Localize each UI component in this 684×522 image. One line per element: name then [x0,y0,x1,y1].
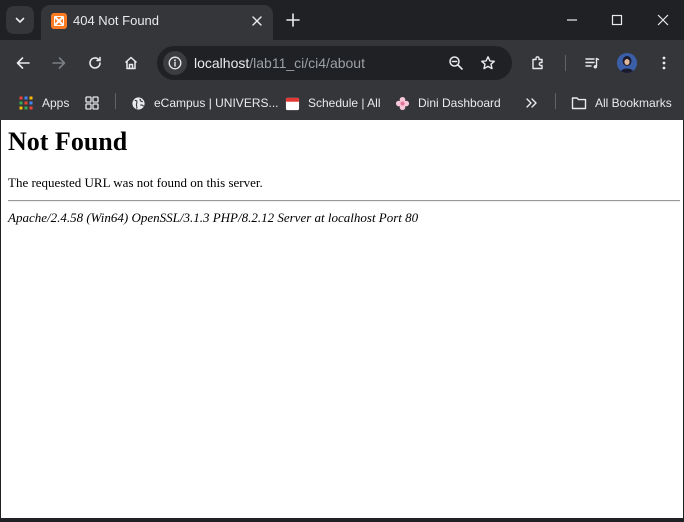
tab-close-button[interactable] [247,11,267,31]
bookmark-tab-groups[interactable] [84,92,108,114]
info-icon [168,56,182,70]
bookmark-label: eCampus | UNIVERS... [154,96,279,110]
close-window-button[interactable] [643,5,683,35]
close-icon [657,14,669,26]
maximize-icon [611,14,623,26]
bookmark-star-button[interactable] [476,51,500,75]
chevron-down-icon [15,17,25,23]
reload-icon [89,56,101,69]
minimize-button[interactable] [552,5,592,35]
home-button[interactable] [117,49,145,77]
divider [8,200,680,202]
bookmarks-divider [555,93,556,109]
home-icon [124,56,138,70]
chrome-menu-button[interactable] [650,49,678,77]
zoom-button[interactable] [444,51,468,75]
bookmarks-divider [115,93,116,109]
arrow-right-icon [52,57,66,69]
tab-active[interactable]: 404 Not Found [41,5,273,40]
bookmark-label: Apps [42,96,70,110]
tab-search-button[interactable] [6,6,34,34]
all-bookmarks-button[interactable]: All Bookmarks [571,92,672,114]
url-text: localhost/lab11_ci/ci4/about [194,55,365,71]
maximize-button[interactable] [597,5,637,35]
page-title: Not Found [8,127,128,156]
all-bookmarks-label: All Bookmarks [595,96,672,110]
playlist-icon [585,57,600,69]
close-icon [252,16,262,26]
folder-icon [571,95,587,111]
plus-icon [286,13,300,27]
chevron-double-right-icon [523,95,539,111]
bookmark-dini-dashboard[interactable]: Dini Dashboard [394,92,501,114]
bookmarks-overflow-button[interactable] [523,92,547,114]
new-tab-button[interactable] [282,9,304,31]
reload-button[interactable] [81,49,109,77]
xampp-icon [51,13,67,29]
url-path: /lab11_ci/ci4/about [249,55,365,71]
toolbar-divider [565,55,566,71]
puzzle-icon [532,56,543,70]
avatar-icon [617,53,637,73]
browser-window: 404 Not Found localhost/lab11_ci/ci4/abo… [0,0,684,522]
toolbar: localhost/lab11_ci/ci4/about [0,40,684,86]
server-signature: Apache/2.4.58 (Win64) OpenSSL/3.1.3 PHP/… [8,210,419,225]
bookmark-label: Schedule | All [308,96,381,110]
bookmarks-bar: Apps eCampus | UNIVERS... Schedule | All… [0,86,684,120]
arrow-left-icon [16,57,30,69]
zoom-out-icon [449,56,463,70]
site-info-button[interactable] [163,51,187,75]
bookmark-apps[interactable]: Apps [18,92,69,114]
apps-grid-icon [18,95,34,111]
address-bar[interactable]: localhost/lab11_ci/ci4/about [157,46,512,80]
forward-button[interactable] [45,49,73,77]
profile-avatar[interactable] [617,53,637,73]
bookmark-label: Dini Dashboard [418,96,501,110]
bookmark-schedule[interactable]: Schedule | All [284,92,381,114]
url-host: localhost [194,55,250,71]
tab-title: 404 Not Found [73,13,160,28]
media-controls-button[interactable] [578,49,606,77]
star-icon [481,56,495,70]
page-content: Not Found The requested URL was not foun… [1,120,683,518]
extensions-button[interactable] [524,49,552,77]
error-message: The requested URL was not found on this … [8,175,263,190]
flower-icon [394,95,410,111]
tab-groups-icon [84,95,100,111]
globe-icon [130,95,146,111]
more-vertical-icon [662,56,666,70]
back-button[interactable] [9,49,37,77]
minimize-icon [567,19,577,21]
bookmark-ecampus[interactable]: eCampus | UNIVERS... [130,92,279,114]
calendar-icon [284,95,300,111]
tab-strip: 404 Not Found [0,0,684,40]
